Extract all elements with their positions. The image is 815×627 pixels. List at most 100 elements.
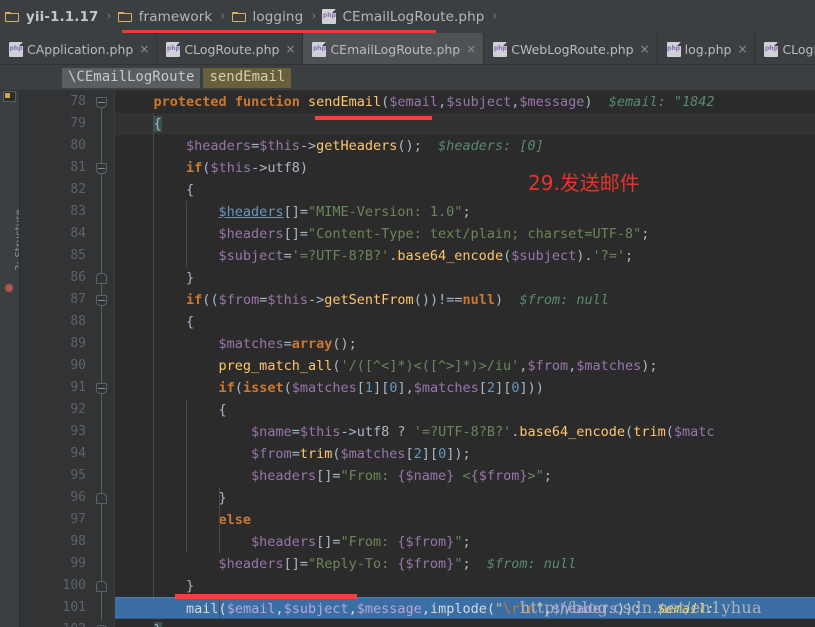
- code-line[interactable]: $headers[]="From: {$name} <{$from}>";: [115, 465, 815, 487]
- inline-debug-hint: $headers: [0]: [421, 138, 544, 154]
- close-icon[interactable]: ×: [466, 42, 476, 56]
- editor-tab-bar: CApplication.php × CLogRoute.php × CEmai…: [0, 33, 815, 65]
- code-line[interactable]: }: [115, 619, 815, 627]
- code-line[interactable]: $subject='=?UTF-8?B?'.base64_encode($sub…: [115, 245, 815, 267]
- code-fold-toggle[interactable]: [96, 295, 107, 306]
- php-file-icon: [322, 9, 337, 24]
- close-icon[interactable]: ×: [640, 42, 650, 56]
- tab-cemaillogroute-php[interactable]: CEmailLogRoute.php ×: [303, 33, 485, 65]
- code-text-area[interactable]: protected function sendEmail($email,$sub…: [115, 91, 815, 627]
- indent-guide: [186, 201, 187, 267]
- line-number: 86: [70, 270, 86, 285]
- line-number: 87: [70, 292, 86, 307]
- code-line[interactable]: $from=trim($matches[2][0]);: [115, 443, 815, 465]
- code-line[interactable]: $headers[]="Content-Type: text/plain; ch…: [115, 223, 815, 245]
- project-tool-icon[interactable]: [3, 91, 16, 102]
- indent-guide: [153, 113, 154, 597]
- breadcrumb-label: yii-1.1.17: [26, 8, 99, 25]
- code-line[interactable]: preg_match_all('/([^<]*)<([^>]*)>/iu',$f…: [115, 355, 815, 377]
- code-fold-toggle[interactable]: [96, 383, 107, 394]
- line-number: 96: [70, 490, 86, 505]
- code-line[interactable]: $headers=$this->getHeaders(); $headers: …: [115, 135, 815, 157]
- code-line[interactable]: }: [115, 487, 815, 509]
- code-fold-toggle[interactable]: [96, 273, 107, 284]
- code-line[interactable]: $matches=array();: [115, 333, 815, 355]
- code-fold-toggle[interactable]: [96, 97, 107, 108]
- code-line[interactable]: if(($from=$this->getSentFrom())!==null) …: [115, 289, 815, 311]
- code-line[interactable]: protected function sendEmail($email,$sub…: [115, 91, 815, 113]
- line-number: 94: [70, 446, 86, 461]
- code-line[interactable]: $headers[]="Reply-To: {$from}"; $from: n…: [115, 553, 815, 575]
- tab-clogroute-php[interactable]: CLogRoute.php ×: [157, 33, 304, 65]
- close-icon[interactable]: ×: [285, 42, 295, 56]
- close-icon[interactable]: ×: [139, 42, 149, 56]
- line-number: 88: [70, 314, 86, 329]
- php-file-icon: [9, 41, 23, 57]
- line-number: 90: [70, 358, 86, 373]
- code-fold-toggle[interactable]: [96, 493, 107, 504]
- line-number: 93: [70, 424, 86, 439]
- indent-guide: [219, 487, 220, 553]
- line-number: 98: [70, 534, 86, 549]
- tab-capplication-php[interactable]: CApplication.php ×: [0, 33, 158, 65]
- breadcrumb-item-file[interactable]: CEmailLogRoute.php: [321, 0, 487, 33]
- editor-gutter[interactable]: 78 79 80 81 82 83 84 85 86 87 88 89 90 91 92 93 94 95 96 97…: [20, 91, 115, 627]
- indent-guide: [186, 399, 187, 553]
- line-number: 79: [70, 116, 86, 131]
- red-underline-mail-call: [175, 594, 357, 599]
- tab-cweblogroute-php[interactable]: CWebLogRoute.php ×: [484, 33, 658, 65]
- tab-clogroute-overflow[interactable]: CLogRout: [755, 33, 815, 65]
- line-number: 89: [70, 336, 86, 351]
- code-line[interactable]: if($this->utf8): [115, 157, 815, 179]
- line-number: 97: [70, 512, 86, 527]
- breadcrumb-item-project[interactable]: yii-1.1.17: [4, 0, 102, 33]
- line-number: 100: [62, 578, 86, 593]
- php-file-icon: [764, 41, 779, 57]
- code-line[interactable]: $name=$this->utf8 ? '=?UTF-8?B?'.base64_…: [115, 421, 815, 443]
- line-number: 82: [70, 182, 86, 197]
- tab-label: CApplication.php: [27, 41, 134, 57]
- watermark-url: http://blog.csdn.net/en1yhua: [520, 598, 762, 617]
- breadcrumb-item-logging[interactable]: logging: [231, 0, 307, 33]
- left-tool-window-strip: 2: Structure 2: Favorites: [0, 91, 20, 627]
- inline-debug-hint: $email: "1842: [592, 94, 715, 110]
- breadcrumb-label: logging: [252, 8, 304, 25]
- line-number: 81: [70, 160, 86, 175]
- code-line[interactable]: else: [115, 509, 815, 531]
- line-number: 102: [20, 619, 86, 627]
- line-number: 83: [70, 204, 86, 219]
- navbar-method-chip[interactable]: sendEmail: [203, 68, 292, 88]
- code-editor[interactable]: 78 79 80 81 82 83 84 85 86 87 88 89 90 91 92 93 94 95 96 97…: [20, 91, 815, 627]
- folder-icon: [231, 11, 247, 23]
- navbar-class-chip[interactable]: \CEmailLogRoute: [62, 68, 201, 88]
- indent-guide: [219, 597, 220, 619]
- breadcrumb-separator-icon: ›: [311, 9, 317, 24]
- breadcrumb-label: CEmailLogRoute.php: [342, 8, 485, 25]
- tab-log-php[interactable]: log.php ×: [657, 33, 756, 65]
- breadcrumb-item-framework[interactable]: framework: [117, 0, 216, 33]
- code-line[interactable]: if(isset($matches[1][0],$matches[2][0])): [115, 377, 815, 399]
- tab-label: CLogRoute.php: [184, 41, 280, 57]
- code-line[interactable]: {: [115, 113, 815, 135]
- code-line[interactable]: }: [115, 267, 815, 289]
- close-icon[interactable]: ×: [737, 42, 747, 56]
- code-fold-toggle[interactable]: [96, 163, 107, 174]
- folder-icon: [5, 11, 20, 23]
- code-line[interactable]: $headers[]="MIME-Version: 1.0";: [115, 201, 815, 223]
- tab-label: CLogRout: [782, 41, 815, 57]
- line-number: 95: [70, 468, 86, 483]
- code-line[interactable]: $headers[]="From: {$from}";: [115, 531, 815, 553]
- line-number: 85: [70, 248, 86, 263]
- code-line[interactable]: {: [115, 399, 815, 421]
- red-annotation-note: 29.发送邮件: [528, 171, 640, 195]
- folder-icon: [117, 11, 133, 23]
- line-number: 91: [70, 380, 86, 395]
- tab-label: CWebLogRoute.php: [511, 41, 634, 57]
- code-fold-toggle[interactable]: [96, 581, 107, 592]
- code-line[interactable]: {: [115, 311, 815, 333]
- breadcrumb-label: framework: [138, 8, 213, 25]
- code-line[interactable]: {: [115, 179, 815, 201]
- line-number: 80: [70, 138, 86, 153]
- breakpoint-icon[interactable]: [5, 284, 13, 292]
- line-number: 84: [70, 226, 86, 241]
